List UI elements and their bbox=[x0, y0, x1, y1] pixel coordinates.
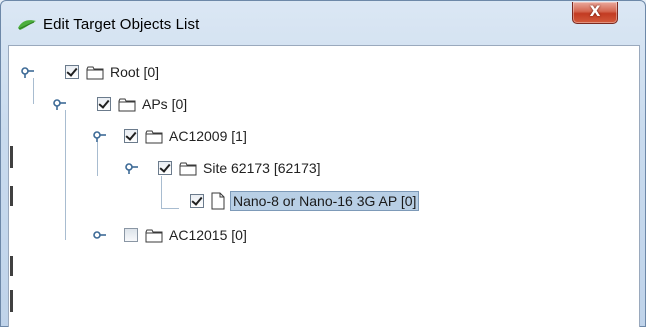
tree-node-label: Root [0] bbox=[110, 64, 160, 80]
app-leaf-icon bbox=[18, 20, 36, 30]
folder-icon bbox=[145, 229, 163, 243]
checkbox-ac12015[interactable] bbox=[124, 228, 138, 242]
tree-connector bbox=[65, 110, 66, 240]
expand-handle-icon[interactable] bbox=[53, 98, 67, 110]
checkbox-nano-ap[interactable] bbox=[190, 194, 204, 208]
checkbox-aps[interactable] bbox=[97, 97, 111, 111]
title-bar[interactable]: Edit Target Objects List X bbox=[1, 1, 645, 45]
file-icon bbox=[211, 192, 225, 210]
tree-node-label: APs [0] bbox=[142, 96, 188, 112]
window-title: Edit Target Objects List bbox=[43, 16, 200, 33]
folder-icon bbox=[179, 162, 197, 176]
collapsed-handle-icon[interactable] bbox=[93, 229, 107, 241]
folder-icon bbox=[145, 130, 163, 144]
tree-connector bbox=[161, 176, 162, 208]
expand-handle-icon[interactable] bbox=[125, 162, 139, 174]
tree-connector bbox=[97, 142, 98, 176]
tree-panel[interactable]: Root [0] APs [0] AC12009 [1] Site 62173 … bbox=[8, 45, 640, 327]
tree-connector bbox=[161, 208, 179, 209]
checkbox-site-62173[interactable] bbox=[158, 161, 172, 175]
checkbox-root[interactable] bbox=[65, 65, 79, 79]
close-button[interactable]: X bbox=[572, 2, 618, 24]
expand-handle-icon[interactable] bbox=[93, 130, 107, 142]
tree-node-label: AC12009 [1] bbox=[169, 128, 247, 144]
folder-icon bbox=[86, 66, 104, 80]
expand-handle-icon[interactable] bbox=[21, 66, 35, 78]
checkbox-ac12009[interactable] bbox=[124, 129, 138, 143]
tree-node-label: AC12015 [0] bbox=[169, 227, 247, 243]
tree-connector bbox=[33, 78, 34, 104]
panel-edge bbox=[9, 46, 19, 327]
dialog-window: Edit Target Objects List X Root [0] APs … bbox=[0, 0, 646, 327]
tree-node-label: Site 62173 [62173] bbox=[203, 160, 321, 176]
tree-node-label-selected: Nano-8 or Nano-16 3G AP [0] bbox=[230, 191, 420, 211]
folder-icon bbox=[118, 98, 136, 112]
close-icon: X bbox=[589, 4, 601, 20]
